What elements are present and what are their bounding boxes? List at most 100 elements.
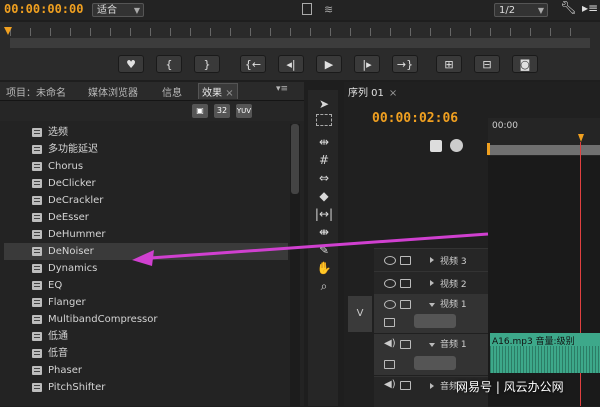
list-item[interactable]: DeEsser (4, 209, 288, 226)
list-item-selected[interactable]: DeNoiser (4, 243, 288, 260)
source-timecode[interactable]: 00:00:00:00 (4, 2, 83, 16)
collapse-icon[interactable] (429, 303, 435, 307)
speaker-icon[interactable]: ◀) (384, 379, 396, 390)
export-frame-button[interactable]: ◙ (512, 55, 538, 73)
tab-project[interactable]: 项目：未命名 (6, 84, 66, 99)
close-icon[interactable]: × (225, 88, 233, 99)
sync-lock-icon[interactable] (400, 340, 411, 349)
marker-icon[interactable] (450, 139, 463, 152)
eye-icon[interactable] (384, 279, 396, 288)
collapse-icon[interactable] (429, 343, 435, 347)
list-item-label: Dynamics (48, 263, 98, 274)
rolling-edit-tool-icon[interactable]: # (314, 152, 334, 168)
track-video-3[interactable]: 视频 3 (374, 248, 488, 271)
snap-icon[interactable] (430, 140, 442, 152)
list-item[interactable]: Chorus (4, 158, 288, 175)
mark-out-button[interactable]: } (194, 55, 220, 73)
film-icon[interactable] (302, 3, 312, 15)
fit-select[interactable]: 适合 ▼ (92, 3, 144, 17)
expand-icon[interactable] (430, 383, 434, 389)
list-item-label: Phaser (48, 365, 82, 376)
panel-menu-icon[interactable]: ▸≡ (582, 1, 598, 15)
expand-icon[interactable] (430, 257, 434, 263)
track-select-tool-icon[interactable] (316, 114, 332, 126)
tab-media-browser[interactable]: 媒体浏览器 (88, 84, 138, 99)
effects-scrollbar[interactable] (290, 124, 300, 406)
list-item[interactable]: Dynamics (4, 260, 288, 277)
rate-stretch-tool-icon[interactable]: ⇔ (314, 170, 334, 186)
tab-info[interactable]: 信息 (162, 84, 182, 99)
yuv-button[interactable]: YUV (236, 104, 252, 118)
pen-tool-icon[interactable]: ✎ (314, 242, 334, 258)
mark-in-button[interactable]: { (156, 55, 182, 73)
audio-effect-icon (32, 196, 42, 205)
hand-tool-icon[interactable]: ✋ (314, 260, 334, 276)
list-item[interactable]: DeCrackler (4, 192, 288, 209)
list-item[interactable]: PitchShifter (4, 379, 288, 396)
list-item[interactable]: Flanger (4, 294, 288, 311)
go-to-out-button[interactable]: →} (392, 55, 418, 73)
display-style-icon[interactable] (384, 360, 395, 369)
eye-icon[interactable] (384, 300, 396, 309)
speaker-icon[interactable]: ◀) (384, 338, 396, 349)
slide-tool-icon[interactable]: ⇼ (314, 224, 334, 240)
list-item[interactable]: EQ (4, 277, 288, 294)
overwrite-button[interactable]: ⊟ (474, 55, 500, 73)
list-item[interactable]: 低通 (4, 328, 288, 345)
step-forward-button[interactable]: |▸ (354, 55, 380, 73)
audio-effect-icon (32, 383, 42, 392)
list-item-label: 低音 (48, 348, 68, 359)
panel-menu-icon[interactable]: ▾≡ (276, 84, 288, 94)
keyframe-select[interactable] (414, 356, 456, 370)
eye-icon[interactable] (384, 256, 396, 265)
list-item[interactable]: DeHummer (4, 226, 288, 243)
source-monitor-bar: 00:00:00:00 适合 ▼ ≋ 1/2 ▼ 🔧︎ ▸≡ (0, 0, 600, 20)
keyframe-select[interactable] (414, 314, 456, 328)
go-to-in-button[interactable]: {← (240, 55, 266, 73)
play-button[interactable]: ▶ (316, 55, 342, 73)
expand-icon[interactable] (430, 280, 434, 286)
wrench-icon[interactable]: 🔧︎ (560, 1, 577, 16)
scrollbar-thumb[interactable] (291, 124, 299, 194)
selection-tool-icon[interactable]: ➤ (314, 96, 334, 112)
work-area-bar[interactable] (488, 145, 600, 155)
add-marker-button[interactable]: ♥ (118, 55, 144, 73)
ruler-ticks (10, 28, 590, 36)
audio-effect-icon (32, 145, 42, 154)
track-video-1[interactable]: 视频 1 (374, 294, 488, 333)
list-item[interactable]: 选频 (4, 124, 288, 141)
tab-effects[interactable]: 效果 × (198, 83, 238, 99)
sequence-timecode[interactable]: 00:00:02:06 (372, 111, 458, 126)
sync-lock-icon[interactable] (400, 300, 411, 309)
source-ruler[interactable] (0, 22, 600, 50)
display-style-icon[interactable] (384, 318, 395, 327)
slip-tool-icon[interactable]: |↔| (314, 206, 334, 222)
work-area-in-handle[interactable] (487, 143, 490, 155)
sync-lock-icon[interactable] (400, 279, 411, 288)
list-item-label: PitchShifter (48, 382, 106, 393)
step-back-button[interactable]: ◂| (278, 55, 304, 73)
sync-lock-icon[interactable] (400, 256, 411, 265)
tools-panel: ➤ ⇹ # ⇔ ◆ |↔| ⇼ ✎ ✋ ⌕ (308, 90, 338, 406)
track-audio-1[interactable]: ◀) 音频 1 (374, 334, 488, 375)
32bit-button[interactable]: 32 (214, 104, 230, 118)
source-patch-v[interactable]: V (348, 296, 372, 332)
list-item[interactable]: Phaser (4, 362, 288, 379)
list-item-label: Chorus (48, 161, 84, 172)
tab-sequence[interactable]: 序列 01 × (348, 84, 397, 99)
razor-tool-icon[interactable]: ◆ (314, 188, 334, 204)
ratio-select[interactable]: 1/2 ▼ (494, 3, 548, 17)
ripple-edit-tool-icon[interactable]: ⇹ (314, 134, 334, 150)
insert-button[interactable]: ⊞ (436, 55, 462, 73)
list-item[interactable]: DeClicker (4, 175, 288, 192)
list-item[interactable]: 多功能延迟 (4, 141, 288, 158)
close-icon[interactable]: × (389, 88, 397, 99)
list-item[interactable]: 低音 (4, 345, 288, 362)
ruler-track[interactable] (10, 38, 590, 48)
list-item[interactable]: MultibandCompressor (4, 311, 288, 328)
sync-lock-icon[interactable] (400, 381, 411, 390)
track-video-2[interactable]: 视频 2 (374, 271, 488, 294)
audio-wave-icon[interactable]: ≋ (324, 3, 333, 16)
accelerated-effects-icon[interactable]: ▣ (192, 104, 208, 118)
zoom-tool-icon[interactable]: ⌕ (314, 278, 334, 294)
